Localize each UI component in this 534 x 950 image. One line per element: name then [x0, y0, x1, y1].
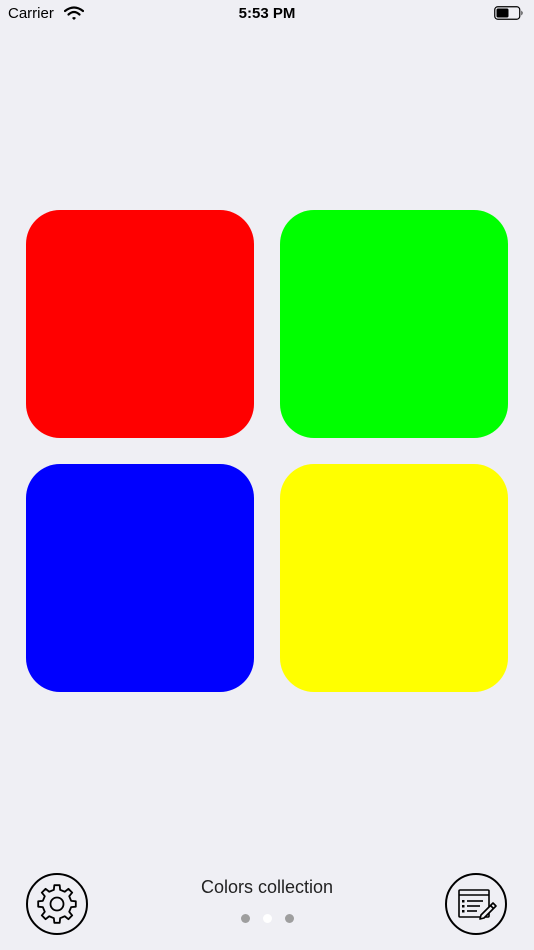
page-dot-2[interactable]: [262, 914, 272, 923]
color-tile-red[interactable]: [26, 210, 254, 438]
battery-icon: [494, 6, 523, 20]
document-edit-icon: [458, 889, 497, 920]
page-dot-3[interactable]: [284, 914, 294, 923]
color-tile-yellow[interactable]: [280, 464, 508, 692]
status-bar: Carrier 5:53 PM: [0, 0, 534, 28]
color-tile-green[interactable]: [280, 210, 508, 438]
status-time: 5:53 PM: [238, 5, 296, 22]
page-dot-1[interactable]: [240, 914, 250, 923]
notes-button[interactable]: [445, 873, 507, 935]
color-tile-blue[interactable]: [26, 464, 254, 692]
